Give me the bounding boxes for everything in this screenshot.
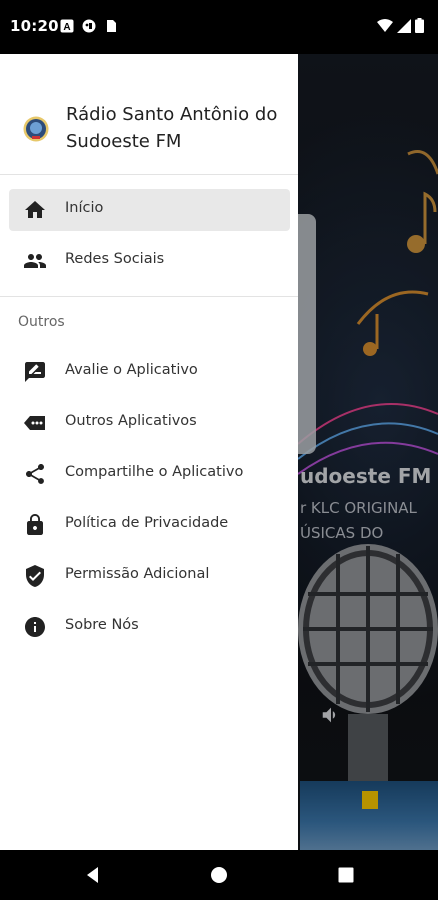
svg-text:A: A <box>63 22 70 33</box>
wifi-icon <box>377 18 393 32</box>
nav-item-sobre-nos[interactable]: Sobre Nós <box>9 606 290 648</box>
status-system-icons <box>377 18 424 33</box>
nav-item-label: Outros Aplicativos <box>65 413 197 429</box>
nav-item-label: Política de Privacidade <box>65 515 229 531</box>
nav-item-label: Sobre Nós <box>65 617 139 633</box>
header-divider <box>0 174 298 175</box>
shield-check-icon <box>26 565 44 587</box>
nav-item-compartilhe[interactable]: Compartilhe o Aplicativo <box>9 453 290 495</box>
info-icon <box>25 617 45 637</box>
drawer-header: Rádio Santo Antônio do Sudoeste FM <box>0 54 298 174</box>
station-name: Rádio Santo Antônio do Sudoeste FM <box>66 104 278 152</box>
navigation-drawer: Rádio Santo Antônio do Sudoeste FM Iníci… <box>0 54 298 850</box>
rate-review-icon <box>25 362 45 382</box>
nav-item-label: Início <box>65 200 104 216</box>
nav-item-avalie[interactable]: Avalie o Aplicativo <box>9 351 290 393</box>
recents-square-icon[interactable] <box>335 864 357 886</box>
nav-item-inicio[interactable]: Início <box>9 189 290 231</box>
nav-item-label: Permissão Adicional <box>65 566 210 582</box>
back-icon[interactable] <box>82 864 104 886</box>
face-icon <box>82 19 96 33</box>
sim-card-icon <box>107 20 116 32</box>
a-box-icon: A <box>60 19 74 33</box>
more-apps-icon <box>24 416 45 430</box>
nav-item-permissao[interactable]: Permissão Adicional <box>9 555 290 597</box>
drawer-scrim[interactable] <box>298 54 438 850</box>
station-logo <box>23 116 49 142</box>
section-divider <box>0 296 298 297</box>
nav-item-outros-aplicativos[interactable]: Outros Aplicativos <box>9 402 290 444</box>
signal-icon <box>397 18 411 33</box>
share-icon <box>26 464 44 484</box>
system-navigation-bar <box>0 850 438 900</box>
camera-notch <box>143 0 298 54</box>
status-time: 10:20 <box>10 17 59 35</box>
section-title-outros: Outros <box>18 314 65 330</box>
lock-icon <box>27 514 43 535</box>
battery-icon <box>415 18 424 33</box>
status-notification-icons: A <box>60 19 118 33</box>
nav-item-label: Redes Sociais <box>65 251 165 267</box>
nav-item-label: Compartilhe o Aplicativo <box>65 464 244 480</box>
home-circle-icon[interactable] <box>208 864 230 886</box>
home-icon <box>25 201 45 218</box>
nav-item-privacidade[interactable]: Política de Privacidade <box>9 504 290 546</box>
nav-item-redes-sociais[interactable]: Redes Sociais <box>9 240 290 282</box>
nav-item-label: Avalie o Aplicativo <box>65 362 198 378</box>
people-icon <box>24 254 46 268</box>
